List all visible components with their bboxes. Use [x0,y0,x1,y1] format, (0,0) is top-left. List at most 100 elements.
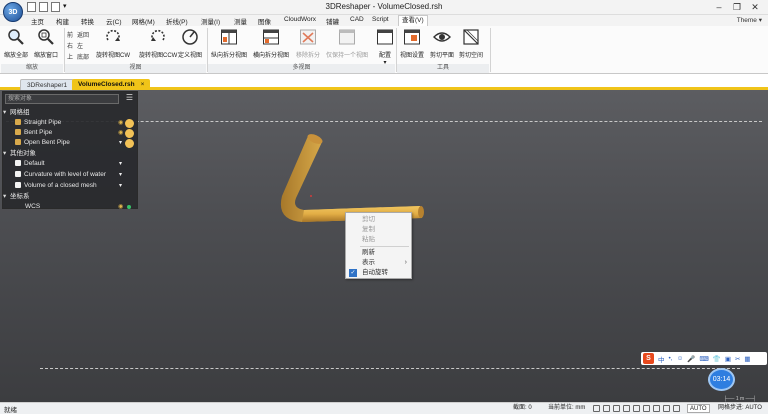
floating-clock[interactable]: 03:14 [708,368,735,391]
ctx-copy[interactable]: 复制 [346,225,411,235]
color-swatch[interactable] [125,139,134,148]
ctx-item-label: 自动旋转 [362,269,388,276]
keyboard-icon[interactable]: ⌨ [699,355,708,363]
tree-search-input[interactable]: 搜索对象 [5,94,119,104]
tab-close-icon[interactable]: × [141,81,145,88]
camera-icon[interactable] [653,405,660,412]
grid-toggle-icon[interactable] [613,405,620,412]
menu-cloud[interactable]: 云(C) [106,16,122,26]
split-vertical-button[interactable]: 纵向拆分视图 [211,28,247,59]
menu-cloudworx[interactable]: CloudWorx [284,16,316,23]
tree-item-curvature[interactable]: Curvature with level of water [15,170,106,180]
tree-menu-icon[interactable]: ☰ [125,94,134,103]
tree-group-other[interactable]: ▾ 其他对象 [3,149,36,159]
menu-cad[interactable]: CAD [350,16,364,23]
tree-item-open-bent-pipe[interactable]: Open Bent Pipe [15,138,70,148]
menu-script[interactable]: Script [372,16,389,23]
current-unit[interactable]: 当前单位: mm [546,404,587,413]
rotate-cw-button[interactable]: 旋转视图CW [96,28,130,59]
target-icon[interactable] [673,405,680,412]
tree-item-bent-pipe[interactable]: Bent Pipe [15,128,52,138]
color-swatch[interactable] [125,129,134,138]
ctx-auto-rotate[interactable]: ✓ 自动旋转 [346,268,411,278]
light-icon[interactable] [643,405,650,412]
snap-icon[interactable] [593,405,600,412]
menu-build[interactable]: 构建 [56,16,69,26]
maximize-icon[interactable]: ❐ [728,0,746,15]
menu-tank[interactable]: 铺罐 [326,16,339,26]
close-icon[interactable]: ✕ [746,0,764,15]
expand-icon[interactable]: ▾ [3,108,10,118]
3d-viewport[interactable]: 搜索对象 ☰ ▾ 网格组 Straight Pipe ◉ Bent Pipe ◉ … [0,90,768,402]
theme-menu[interactable]: Theme ▾ [737,16,762,24]
zoom-window-button[interactable]: 缩放窗口 [34,28,58,59]
expand-icon[interactable]: ▾ [3,149,10,159]
visibility-icon[interactable]: ▾ [119,171,122,178]
menu-view[interactable]: 查看(V) [398,15,428,26]
voice-icon[interactable]: 🎤 [687,355,695,363]
grid-icon[interactable]: ▦ [744,355,750,363]
view-back-button[interactable]: 返回 [77,30,89,39]
view-left-button[interactable]: 左 [77,41,83,50]
split-horizontal-button[interactable]: 横向拆分视图 [253,28,289,59]
tree-group-coord[interactable]: ▾ 坐标系 [3,192,30,202]
tree-group-mesh[interactable]: ▾ 网格组 [3,108,30,118]
view-top-button[interactable]: 上 [67,52,73,61]
sogou-logo-icon[interactable]: S [643,353,654,364]
remove-split-button[interactable]: 移除拆分 [296,28,320,59]
tree-item-volume[interactable]: Volume of a closed mesh [15,181,97,191]
minimize-icon[interactable]: – [710,0,728,15]
tree-item-default[interactable]: Default [15,159,45,169]
visibility-icon[interactable]: ◉ [118,119,123,126]
clip-plane-label: 剪切平面 [430,53,455,59]
visibility-icon[interactable]: ◉ [118,129,123,136]
tree-item-wcs[interactable]: WCS [25,202,40,212]
ortho-icon[interactable] [603,405,610,412]
menu-home[interactable]: 主页 [31,16,44,26]
view-settings-button[interactable]: 视图设置 [400,28,424,59]
expand-icon[interactable]: ▾ [3,192,10,202]
lock-icon[interactable] [633,405,640,412]
menu-transform[interactable]: 转换 [81,16,94,26]
menu-measure[interactable]: 测量 [234,16,247,26]
visibility-icon[interactable]: ▾ [119,160,122,167]
view-bottom-button[interactable]: 底部 [77,52,89,61]
axis-icon[interactable] [623,405,630,412]
ctx-representation[interactable]: 表示 › [346,258,411,268]
visibility-icon[interactable]: ▾ [119,182,122,189]
toolbox-icon[interactable]: ▣ [725,355,731,363]
menu-mesh[interactable]: 网格(M) [132,16,155,26]
split-vertical-label: 纵向拆分视图 [211,53,248,59]
view-front-button[interactable]: 前 [67,30,73,39]
skin-icon[interactable]: 👕 [713,355,721,363]
theme-label: Theme [736,17,757,24]
visibility-icon[interactable]: ◉ [118,203,123,210]
app-logo[interactable]: 3D [3,2,23,22]
measure-icon[interactable] [663,405,670,412]
menu-measure-i[interactable]: 测量(I) [201,16,220,26]
tab-3dreshaper1[interactable]: 3DReshaper1 [20,79,75,90]
color-swatch[interactable] [125,119,134,128]
scissors-icon[interactable]: ✂ [735,355,740,363]
ctx-paste[interactable]: 粘贴 [346,235,411,245]
visibility-icon[interactable]: ▾ [119,139,122,146]
tree-item-straight-pipe[interactable]: Straight Pipe [15,118,61,128]
clip-space-button[interactable]: 剪切空间 [459,28,483,59]
ime-lang-toggle[interactable]: 中 [658,354,665,364]
view-right-button[interactable]: 右 [67,41,73,50]
rotate-ccw-button[interactable]: 旋转视图CCW [139,28,177,59]
ctx-cut[interactable]: 剪切 [346,215,411,225]
layout-button[interactable]: 配置 ▾ [376,28,394,66]
punctuation-icon[interactable]: •, [669,355,673,362]
zoom-all-button[interactable]: 缩放全部 [4,28,28,59]
menu-image[interactable]: 图像 [258,16,271,26]
checkbox-checked-icon[interactable]: ✓ [349,269,357,277]
tab-volumeclosed[interactable]: VolumeClosed.rsh × [72,79,151,90]
clip-plane-button[interactable]: 剪切平面 [430,28,454,59]
auto-select[interactable]: AUTO [687,404,710,413]
define-view-button[interactable]: 定义视图 [178,28,202,59]
keep-one-view-button[interactable]: 仅保持一个视图 [326,28,368,59]
emoji-icon[interactable]: ☺ [677,355,684,362]
ctx-refresh[interactable]: 刷新 [346,248,411,258]
menu-polyline[interactable]: 折线(P) [166,16,188,26]
